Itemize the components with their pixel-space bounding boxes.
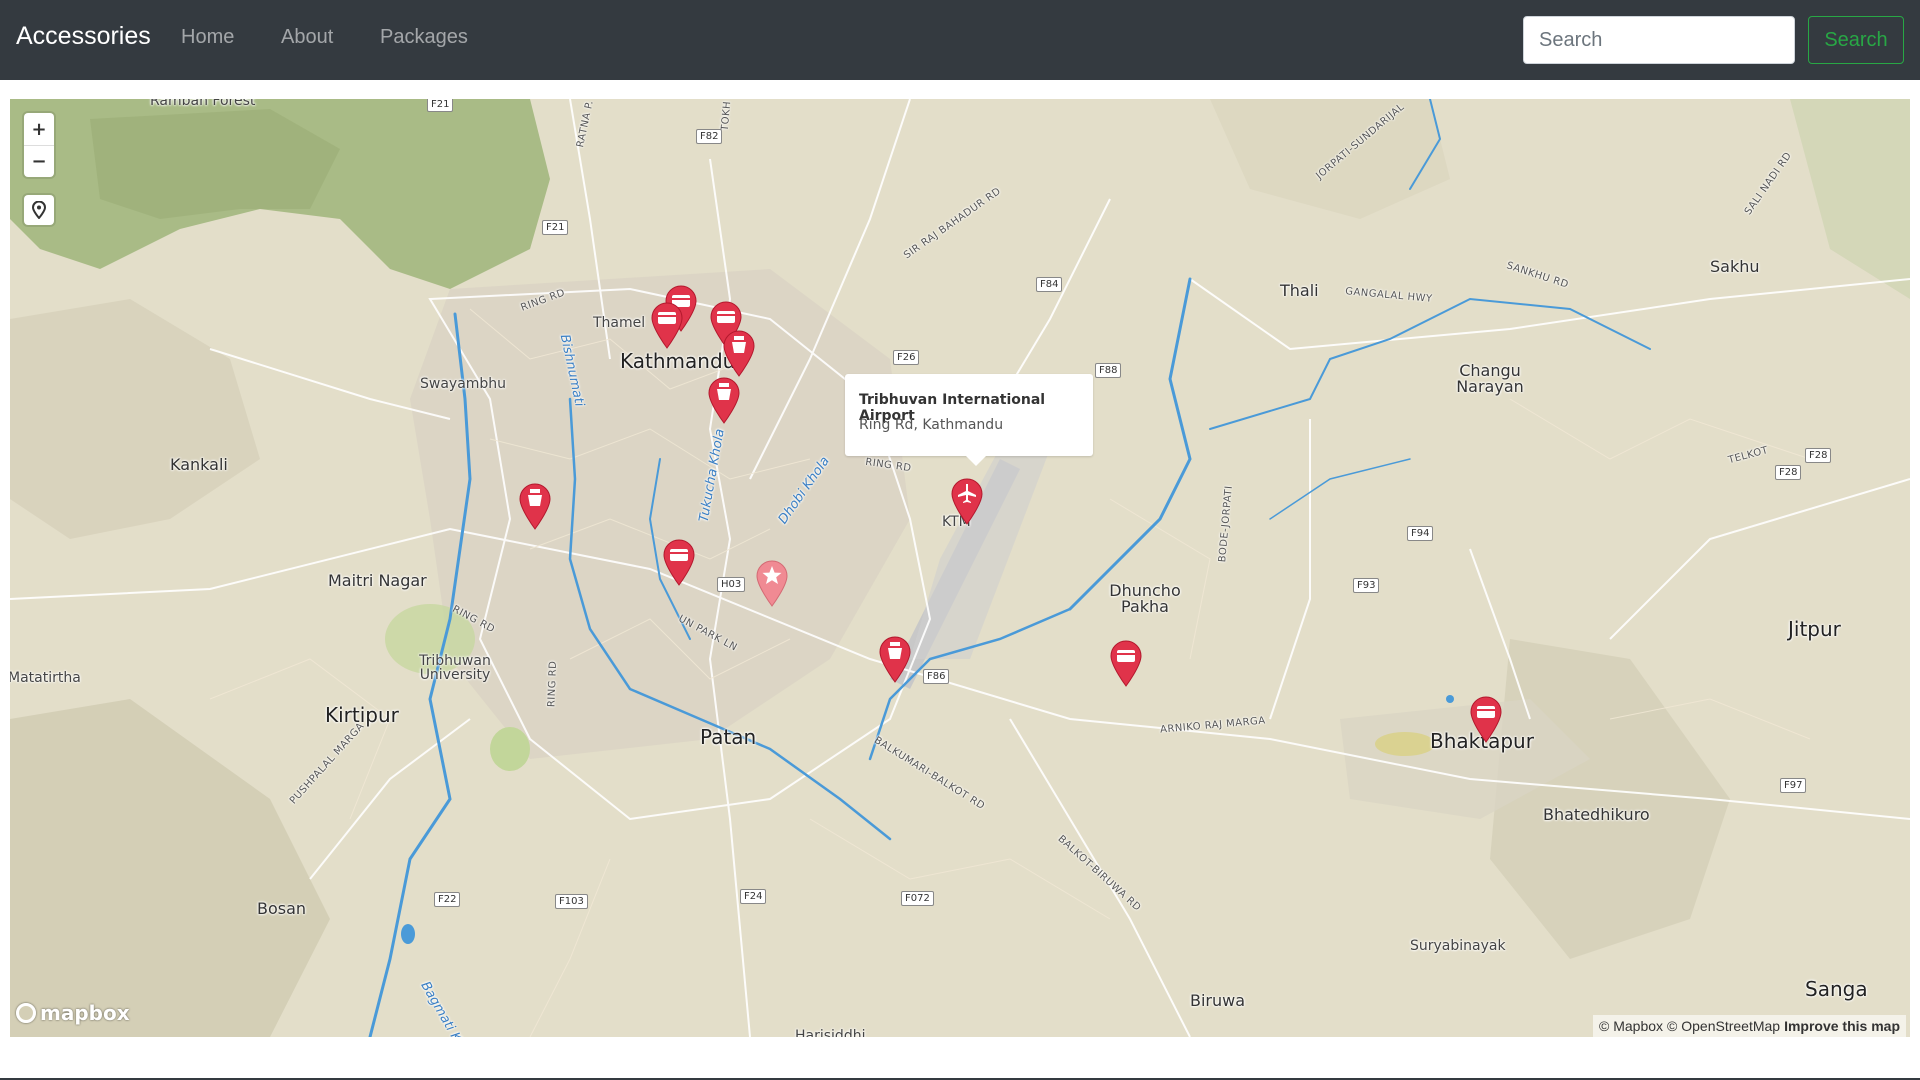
label-thali: Thali xyxy=(1280,281,1319,300)
label-kankali: Kankali xyxy=(170,455,228,474)
road-shield: H03 xyxy=(717,577,746,592)
road-shield: F86 xyxy=(923,669,950,684)
road-shield: F84 xyxy=(1036,277,1063,292)
popup-subtitle: Ring Rd, Kathmandu xyxy=(859,417,1004,433)
search-input[interactable] xyxy=(1523,16,1795,64)
search-button[interactable]: Search xyxy=(1808,16,1904,64)
toilet-marker[interactable] xyxy=(878,635,912,683)
mapbox-logo-icon xyxy=(16,1003,36,1023)
atm-marker[interactable] xyxy=(650,301,684,349)
label-sanga: Sanga xyxy=(1805,977,1868,1001)
navbar: Accessories Home About Packages Search xyxy=(0,0,1920,80)
label-ramban-forest: Ramban Forest xyxy=(150,99,256,109)
road-shield: F072 xyxy=(901,891,934,906)
road-shield: F88 xyxy=(1095,363,1122,378)
nav-about-link[interactable]: About xyxy=(281,26,333,49)
label-biruwa: Biruwa xyxy=(1190,991,1246,1010)
road-shield: F97 xyxy=(1780,778,1807,793)
road-shield: F28 xyxy=(1775,465,1802,480)
label-jitpur: Jitpur xyxy=(1788,617,1841,641)
label-thamel: Thamel xyxy=(593,315,646,331)
label-bosan: Bosan xyxy=(257,899,307,918)
label-matatirtha: Matatirtha xyxy=(10,670,81,686)
label-swayambhu: Swayambhu xyxy=(420,376,507,392)
airport-marker[interactable] xyxy=(950,477,984,525)
atm-marker[interactable] xyxy=(662,538,696,586)
atm-marker[interactable] xyxy=(1109,639,1143,687)
popup-tip xyxy=(966,456,986,466)
label-kathmandu: Kathmandu xyxy=(620,349,736,373)
label-sakhu: Sakhu xyxy=(1710,257,1760,276)
airport-popup: Tribhuvan International Airport Ring Rd,… xyxy=(845,374,1093,456)
label-bhatedhikuro: Bhatedhikuro xyxy=(1543,805,1650,824)
toilet-marker[interactable] xyxy=(722,329,756,377)
label-kirtipur: Kirtipur xyxy=(325,703,399,727)
map-attribution: © Mapbox © OpenStreetMap Improve this ma… xyxy=(1593,1015,1906,1037)
road-shield: F93 xyxy=(1353,578,1380,593)
label-changu-narayan: Changu Narayan xyxy=(1456,361,1524,396)
road-shield: F26 xyxy=(893,350,920,365)
label-suryabinayak: Suryabinayak xyxy=(1410,938,1506,954)
zoom-out-button[interactable]: − xyxy=(24,145,54,177)
toilet-marker[interactable] xyxy=(707,376,741,424)
improve-map-link[interactable]: Improve this map xyxy=(1784,1018,1900,1034)
label-dhuncho-pakha: Dhuncho Pakha xyxy=(1109,581,1181,616)
road-shield: F28 xyxy=(1805,448,1832,463)
geolocate-button[interactable] xyxy=(24,195,54,225)
nav-home-link[interactable]: Home xyxy=(181,26,234,49)
toilet-marker[interactable] xyxy=(518,482,552,530)
road-label-ring-rd-4: RING RD xyxy=(546,660,560,708)
label-patan: Patan xyxy=(700,725,757,749)
label-tribhuvan-university: Tribhuwan University xyxy=(419,653,491,683)
attribution-osm-link[interactable]: © OpenStreetMap xyxy=(1667,1018,1780,1034)
road-shield: F103 xyxy=(555,894,588,909)
label-harisiddhi: Harisiddhi xyxy=(795,1028,866,1037)
road-shield: F21 xyxy=(542,220,569,235)
road-shield: F24 xyxy=(740,889,767,904)
brand-link[interactable]: Accessories xyxy=(16,22,151,51)
mapbox-logo[interactable]: mapbox xyxy=(16,1001,130,1025)
star-marker[interactable] xyxy=(755,559,789,607)
zoom-in-button[interactable]: + xyxy=(24,113,54,145)
map-canvas[interactable]: Ramban Forest Kathmandu Thamel Swayambhu… xyxy=(10,99,1910,1037)
nav-packages-link[interactable]: Packages xyxy=(380,26,468,49)
mapbox-logo-text: mapbox xyxy=(40,1001,130,1025)
attribution-mapbox-link[interactable]: © Mapbox xyxy=(1599,1018,1663,1034)
road-shield: F21 xyxy=(427,99,454,112)
location-pin-icon xyxy=(32,201,46,219)
zoom-control: + − xyxy=(24,113,54,177)
map-basemap xyxy=(10,99,1910,1037)
label-maitri-nagar: Maitri Nagar xyxy=(328,571,427,590)
road-shield: F82 xyxy=(696,129,723,144)
road-shield: F94 xyxy=(1407,526,1434,541)
road-shield: F22 xyxy=(434,892,461,907)
atm-marker[interactable] xyxy=(1469,695,1503,743)
